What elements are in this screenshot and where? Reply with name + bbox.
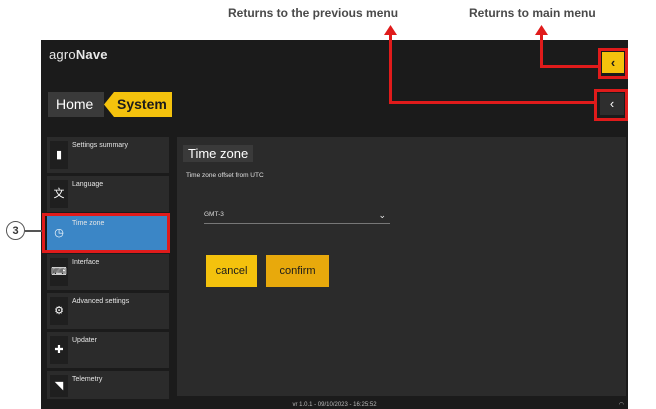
time-zone-panel: Time zone Time zone offset from UTC GMT-… (177, 137, 626, 396)
main-menu-annotation: Returns to main menu (469, 6, 596, 20)
sidebar-item-telemetry[interactable]: ◥ Telemetry (47, 371, 169, 399)
sidebar-item-label: Language (72, 181, 104, 188)
main-menu-highlight (598, 48, 628, 79)
cancel-button[interactable]: cancel (206, 255, 257, 287)
sidebar-item-settings-summary[interactable]: ▮ Settings summary (47, 137, 169, 173)
app-logo: agroNave (49, 47, 108, 62)
bookmark-icon: ▮ (50, 141, 68, 169)
back-button-highlight (594, 89, 628, 121)
sidebar-item-label: Interface (72, 259, 100, 266)
previous-arrow-line (389, 101, 595, 104)
sidebar-item-language[interactable]: 文 Language (47, 176, 169, 212)
timezone-select[interactable]: GMT-3 ⌄ (204, 207, 390, 224)
timezone-select-value: GMT-3 (204, 211, 224, 218)
previous-arrow-line (389, 34, 392, 104)
sidebar-item-label: Advanced settings (72, 298, 130, 305)
signal-icon: ◥ (50, 375, 68, 397)
puzzle-icon: ✚ (50, 336, 68, 364)
translate-icon: 文 (50, 180, 68, 208)
sidebar-item-label: Updater (72, 337, 97, 344)
wifi-icon: ◠ (618, 402, 624, 408)
sidebar-item-interface[interactable]: ⌨ Interface (47, 254, 169, 290)
sidebar-item-label: Telemetry (72, 376, 103, 383)
confirm-button[interactable]: confirm (266, 255, 329, 287)
step-leader-line (25, 230, 42, 232)
sidebar-item-advanced-settings[interactable]: ⚙ Advanced settings (47, 293, 169, 329)
sidebar-item-label: Settings summary (72, 142, 129, 149)
step-number-badge: 3 (6, 221, 25, 240)
version-text: vr 1.0.1 - 09/10/2023 - 16:25:52 (292, 402, 377, 408)
status-bar: vr 1.0.1 - 09/10/2023 - 16:25:52 ◠ (41, 401, 628, 409)
sidebar-item-updater[interactable]: ✚ Updater (47, 332, 169, 368)
main-arrow-line (540, 65, 599, 68)
panel-title: Time zone (183, 145, 254, 162)
keyboard-icon: ⌨ (50, 258, 68, 286)
main-arrow-head (535, 25, 548, 35)
breadcrumb-system[interactable]: System (104, 92, 172, 117)
gears-icon: ⚙ (50, 297, 68, 325)
breadcrumb-home[interactable]: Home (48, 92, 104, 117)
previous-menu-annotation: Returns to the previous menu (228, 6, 399, 20)
previous-arrow-head (384, 25, 397, 35)
panel-subtitle: Time zone offset from UTC (186, 172, 264, 179)
chevron-down-icon: ⌄ (378, 210, 386, 220)
time-zone-highlight (42, 213, 170, 253)
settings-sidebar: ▮ Settings summary 文 Language ◷ Time zon… (47, 137, 169, 399)
main-arrow-line (540, 34, 543, 68)
